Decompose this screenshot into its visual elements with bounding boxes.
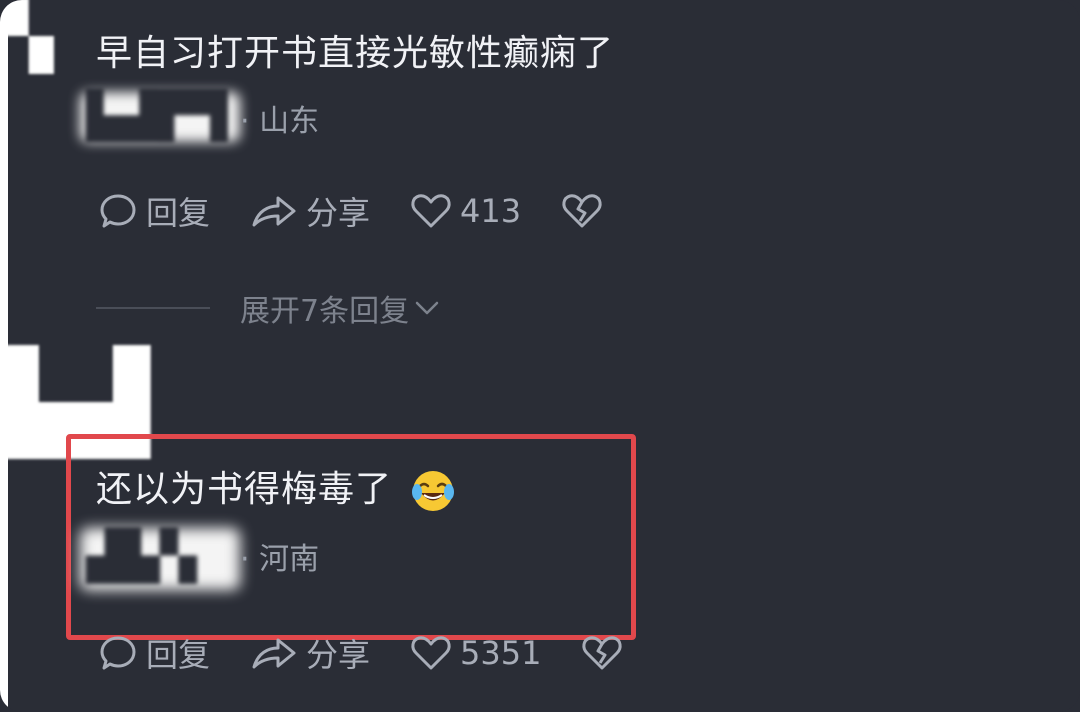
laughing-crying-emoji-icon [412, 471, 455, 511]
comment-1-share-label: 分享 [306, 194, 371, 232]
expand-replies-label: 展开7条回复 [240, 294, 410, 329]
comment-2-text-content: 还以为书得梅毒了 [96, 469, 393, 510]
comment-1-username-glyphs: ▙▟▛▜ [86, 88, 228, 142]
comment-2-actions: 回复 分享 5351 [98, 630, 671, 676]
comment-1-share-button[interactable]: 分享 [250, 188, 370, 234]
avatar-blur-top-glyph: ▚ [4, 0, 54, 74]
heart-icon [411, 636, 451, 670]
comment-2-dislike-button[interactable] [581, 633, 631, 673]
speech-bubble-icon [100, 194, 136, 228]
comment-2-share-button[interactable]: 分享 [250, 630, 370, 676]
comment-2-reply-label: 回复 [146, 636, 211, 674]
comment-2-share-label: 分享 [306, 636, 371, 674]
expand-divider [96, 307, 210, 309]
chevron-down-icon [415, 301, 439, 315]
comment-2-reply-button[interactable]: 回复 [98, 630, 210, 676]
speech-bubble-icon [100, 636, 136, 670]
comment-2-text: 还以为书得梅毒了 [96, 460, 456, 514]
heart-icon [411, 194, 451, 228]
broken-heart-icon [582, 636, 623, 670]
share-arrow-icon [252, 638, 296, 669]
comment-2-like-count: 5351 [460, 634, 542, 672]
share-arrow-icon [252, 196, 296, 227]
comment-1-text: 早自习打开书直接光敏性癫痫了 [96, 33, 615, 74]
comment-1-reply-label: 回复 [146, 194, 211, 232]
comment-1-dislike-button[interactable] [561, 191, 611, 231]
comment-2-like-button[interactable]: 5351 [410, 633, 541, 673]
broken-heart-icon [562, 194, 602, 228]
comment-1-reply-button[interactable]: 回复 [98, 188, 210, 234]
comment-1-like-count: 413 [460, 192, 522, 230]
expand-replies-button[interactable]: 展开7条回复 [96, 286, 441, 330]
comment-screen: ▚ 早自习打开书直接光敏性癫痫了 ▙▟▛▜ · 山东 回复 分享 413 展开7… [0, 0, 1080, 712]
comment-1-like-button[interactable]: 413 [410, 191, 521, 231]
comment-1-location: · 山东 [240, 104, 320, 139]
comment-2-location: · 河南 [240, 542, 320, 577]
comment-2-username-glyphs: ▟▙▚ [86, 528, 197, 584]
comment-1-actions: 回复 分享 413 [98, 188, 651, 234]
